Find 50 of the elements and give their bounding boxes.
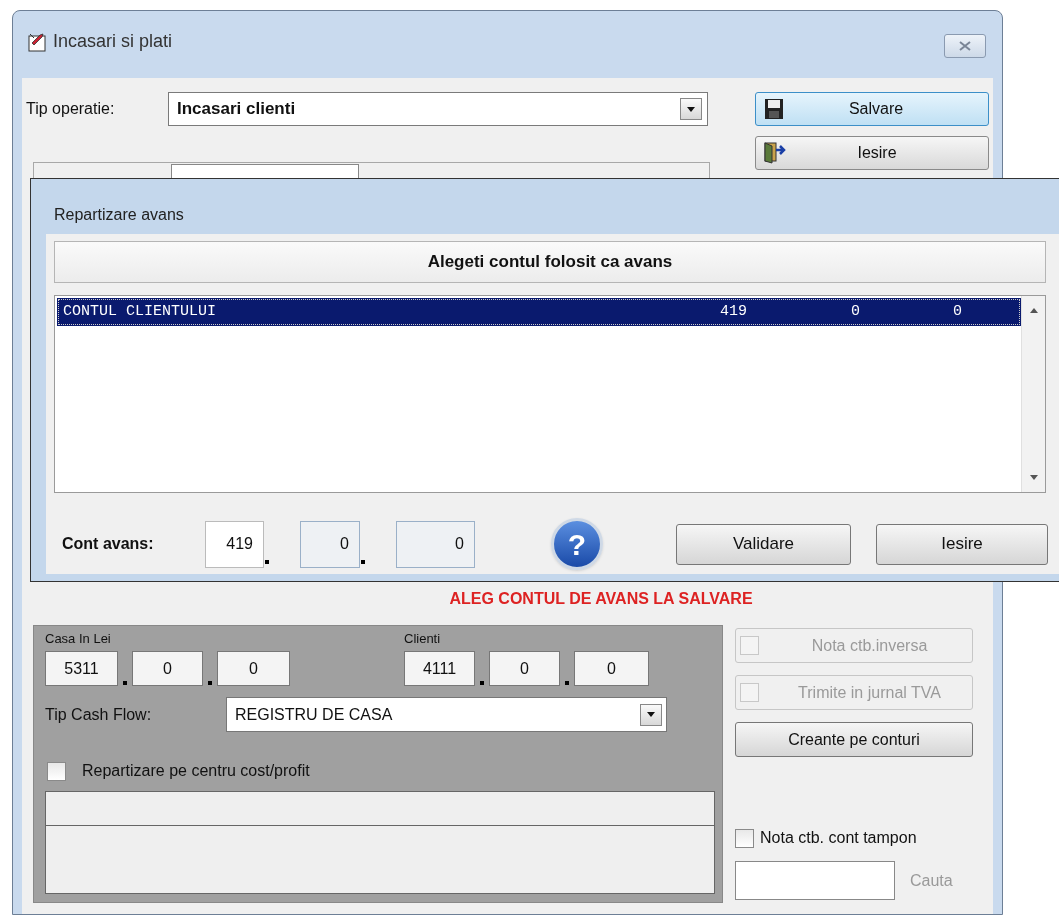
- input-field[interactable]: 0: [489, 651, 560, 686]
- caret-icon: [646, 711, 656, 718]
- input-field[interactable]: 0: [217, 651, 290, 686]
- scroll-up-icon: [1029, 308, 1038, 313]
- checkbox-button: Trimite in jurnal TVA: [735, 675, 973, 710]
- close-button[interactable]: [944, 34, 986, 58]
- field-label: Tip operatie:: [26, 99, 116, 119]
- help-button[interactable]: ?: [551, 518, 603, 570]
- close-icon: [959, 41, 971, 51]
- validate-button[interactable]: Validare: [676, 523, 851, 565]
- field-label: Tip Cash Flow:: [45, 704, 153, 725]
- door-arrow-icon: [764, 142, 786, 164]
- scroll-down-icon: [1029, 475, 1038, 480]
- table-cell-text: CONTUL CLIENTULUI: [62, 301, 218, 322]
- table-cell-text: 0: [952, 301, 962, 322]
- input-field[interactable]: 5311: [45, 651, 118, 686]
- field-label: Clienti: [404, 632, 442, 646]
- dropdown-field[interactable]: Incasari clienti: [168, 92, 708, 126]
- input-field: 0: [300, 520, 360, 568]
- exit-button[interactable]: Iesire: [755, 136, 989, 170]
- save-button[interactable]: Salvare: [755, 92, 989, 126]
- checkbox[interactable]: [47, 761, 66, 781]
- checkbox[interactable]: [735, 828, 754, 848]
- input-field: 0: [396, 520, 475, 568]
- search-field[interactable]: [735, 861, 895, 900]
- field-label: Cont avans:: [62, 534, 155, 554]
- scrollbar[interactable]: [1021, 296, 1045, 492]
- input-field[interactable]: 0: [574, 651, 649, 686]
- checkbox-label: Repartizare pe centru cost/profit: [82, 761, 310, 781]
- document-pen-icon: [27, 31, 47, 52]
- input-field[interactable]: 4111: [404, 651, 475, 686]
- caret-icon: [686, 105, 696, 113]
- field-label: Casa In Lei: [45, 632, 112, 646]
- search-label: Cauta: [910, 870, 953, 891]
- dropdown-button[interactable]: [680, 98, 702, 120]
- input-field[interactable]: 419: [205, 520, 264, 568]
- checkbox-label: Nota ctb. cont tampon: [760, 828, 917, 848]
- table-cell-text: 0: [850, 301, 860, 322]
- dropdown-button[interactable]: [640, 703, 662, 726]
- list-header: Alegeti contul folosit ca avans: [54, 241, 1046, 283]
- accounts-button[interactable]: Creante pe conturi: [735, 722, 973, 757]
- dropdown-field[interactable]: REGISTRU DE CASA: [226, 697, 667, 732]
- table-cell-text: 419: [719, 301, 747, 322]
- checkbox-button: Nota ctb.inversa: [735, 628, 973, 663]
- list-row[interactable]: CONTUL CLIENTULUI 419 0 0: [57, 298, 1021, 326]
- dialog-title: Repartizare avans: [54, 206, 184, 223]
- exit-button[interactable]: Iesire: [876, 523, 1048, 565]
- input-field[interactable]: 0: [132, 651, 203, 686]
- window-title: Incasari si plati: [53, 30, 173, 53]
- notice-text: ALEG CONTUL DE AVANS LA SALVARE: [448, 590, 754, 608]
